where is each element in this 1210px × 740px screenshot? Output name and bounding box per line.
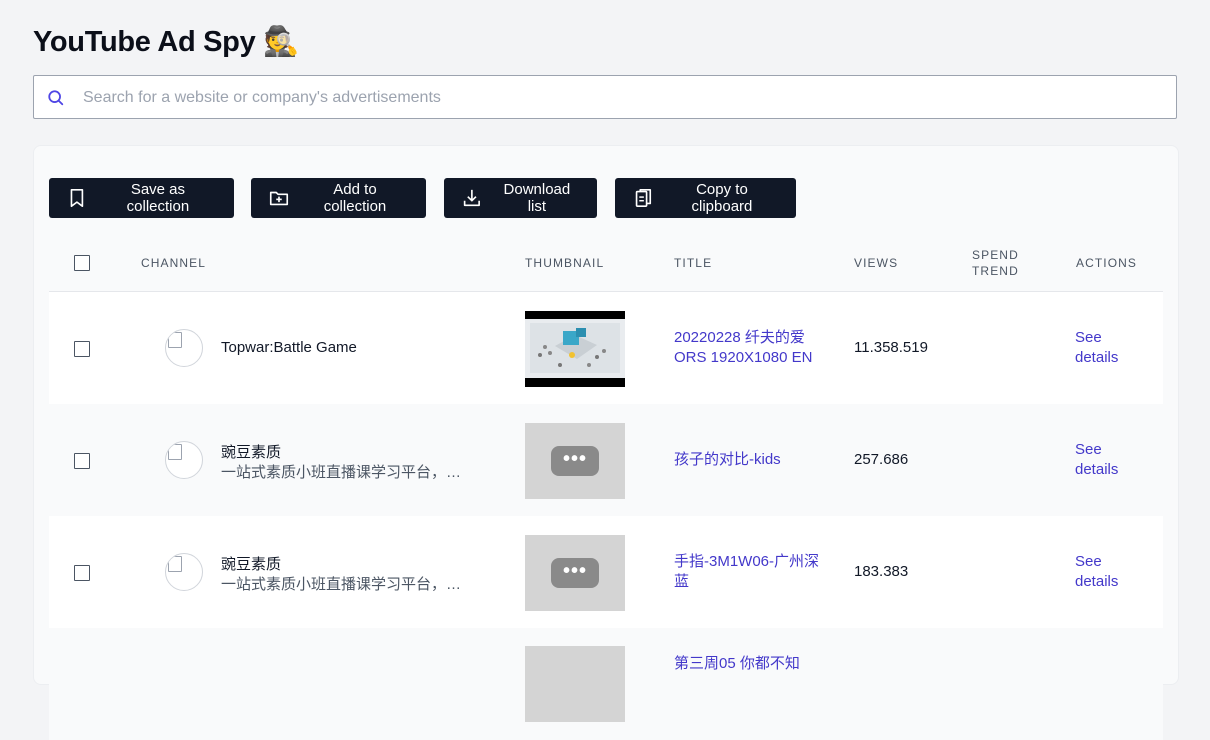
search-input[interactable] [81,76,1165,120]
channel-avatar [165,441,203,479]
header-spend-trend-line1: SPEND [972,248,1019,262]
ad-title-link[interactable]: 手指-3M1W06-广州深蓝 [674,552,824,592]
ad-title-link[interactable]: 20220228 纤夫的爱 ORS 1920X1080 EN [674,328,824,368]
folder-plus-icon [269,191,289,206]
row-checkbox[interactable] [74,565,90,581]
header-channel: CHANNEL [141,256,207,270]
search-icon [48,90,64,106]
header-thumbnail: THUMBNAIL [525,256,605,270]
copy-to-clipboard-button[interactable]: Copy to clipboard [615,178,796,218]
download-list-label: Download list [503,181,571,215]
channel-description: 一站式素质小班直播课学习平台，为全国3-12岁孩子提供优质的素质教育 [221,464,473,481]
video-thumbnail[interactable] [525,646,625,722]
thumbnail-image [525,311,625,387]
save-as-collection-button[interactable]: Save as collection [49,178,234,218]
page-title: YouTube Ad Spy 🕵️ [33,26,299,58]
see-details-link[interactable]: See details [1075,440,1135,480]
table-header: CHANNEL THUMBNAIL TITLE VIEWS SPEND TREN… [49,235,1163,292]
table-row: 豌豆素质 一站式素质小班直播课学习平台，为全国3-12岁孩子提供优质的素质教育 … [49,516,1163,628]
broken-image-icon [168,332,182,348]
row-checkbox[interactable] [74,341,90,357]
table-row: 豌豆素质 一站式素质小班直播课学习平台，为全国3-12岁孩子提供优质的素质教育 … [49,404,1163,516]
channel-name: 豌豆素质 [221,444,282,461]
ad-title-link[interactable]: 第三周05 你都不知 [674,654,824,674]
save-as-collection-label: Save as collection [126,181,190,215]
clipboard-copy-icon [635,188,652,208]
ad-title-link[interactable]: 孩子的对比-kids [674,450,824,470]
views-count: 11.358.519 [854,339,928,356]
add-to-collection-button[interactable]: Add to collection [251,178,426,218]
header-spend-trend-line2: TREND [972,264,1019,278]
copy-to-clipboard-label: Copy to clipboard [691,181,753,215]
header-views: VIEWS [854,256,899,270]
video-thumbnail[interactable]: ••• [525,535,625,611]
download-list-button[interactable]: Download list [444,178,597,218]
channel-name: Topwar:Battle Game [221,339,357,356]
channel-avatar [165,329,203,367]
header-actions: ACTIONS [1076,256,1138,270]
more-icon: ••• [551,558,599,588]
see-details-link[interactable]: See details [1075,552,1135,592]
search-box[interactable] [33,75,1177,120]
channel-avatar [165,553,203,591]
channel-description: 一站式素质小班直播课学习平台，为全国3-12岁孩子提供优质的素质教育 [221,576,473,593]
views-count: 183.383 [854,563,909,580]
header-title: TITLE [674,256,713,270]
bookmark-icon [70,188,84,208]
see-details-link[interactable]: See details [1075,328,1135,368]
ads-table: CHANNEL THUMBNAIL TITLE VIEWS SPEND TREN… [49,235,1163,740]
more-icon: ••• [551,446,599,476]
table-row: Topwar:Battle Game 20220228 纤夫的爱 ORS 192… [49,292,1163,404]
channel-name: 豌豆素质 [221,556,282,573]
broken-image-icon [168,444,182,460]
table-row: 第三周05 你都不知 [49,628,1163,740]
video-thumbnail[interactable]: ••• [525,423,625,499]
add-to-collection-label: Add to collection [323,181,387,215]
video-thumbnail[interactable] [525,311,625,387]
broken-image-icon [168,556,182,572]
row-checkbox[interactable] [74,453,90,469]
download-icon [463,189,480,207]
views-count: 257.686 [854,451,909,468]
select-all-checkbox[interactable] [74,255,90,271]
